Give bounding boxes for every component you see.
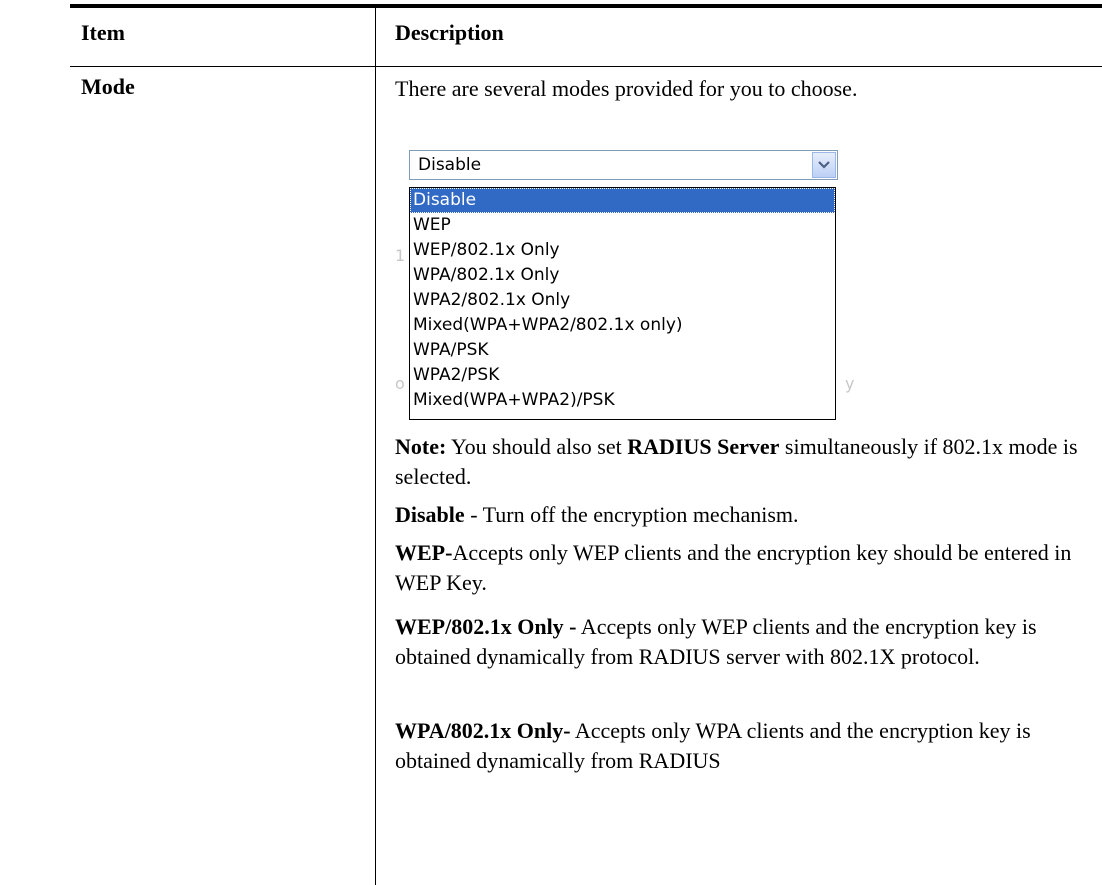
note-label: Note: — [395, 434, 447, 459]
mode-option[interactable]: Disable — [410, 188, 835, 213]
mode-option[interactable]: WPA2/PSK — [410, 363, 835, 388]
mode-option[interactable]: WPA/802.1x Only — [410, 263, 835, 288]
wep-label: WEP- — [395, 540, 453, 565]
mode-options-list: Disable WEP WEP/802.1x Only WPA/802.1x Only… — [409, 187, 836, 420]
mode-option[interactable]: WEP/802.1x Only — [410, 238, 835, 263]
header-item: Item — [81, 20, 125, 45]
mode-option[interactable]: WPA2/802.1x Only — [410, 288, 835, 313]
note-bold: RADIUS Server — [627, 434, 780, 459]
table-top-rule — [70, 4, 1102, 8]
chevron-down-icon — [818, 161, 830, 169]
wep8021x-label: WEP/802.1x Only - — [395, 614, 577, 639]
mode-option[interactable]: WPA/PSK — [410, 338, 835, 363]
description-table: Item Description Mode There are several … — [70, 0, 1102, 885]
note-paragraph: Note: You should also set RADIUS Server … — [395, 432, 1095, 492]
mode-select[interactable]: Disable — [409, 150, 838, 180]
mode-intro: There are several modes provided for you… — [395, 76, 858, 101]
ghost-text: y — [845, 374, 855, 393]
note-text: You should also set — [446, 434, 628, 459]
header-description: Description — [395, 20, 504, 45]
disable-paragraph: Disable - Turn off the encryption mechan… — [395, 500, 1095, 530]
wep-text: Accepts only WEP clients and the encrypt… — [395, 540, 1072, 595]
wep8021x-paragraph: WEP/802.1x Only - Accepts only WEP clien… — [395, 612, 1095, 672]
wep-paragraph: WEP-Accepts only WEP clients and the enc… — [395, 538, 1095, 598]
table-header-rule — [70, 66, 1102, 67]
disable-text: - Turn off the encryption mechanism. — [464, 502, 799, 527]
wpa8021x-paragraph: WPA/802.1x Only- Accepts only WPA client… — [395, 716, 1095, 776]
ghost-text: 1 — [395, 246, 406, 265]
mode-option[interactable]: Mixed(WPA+WPA2)/PSK — [410, 388, 835, 413]
mode-option[interactable]: WEP — [410, 213, 835, 238]
wpa8021x-label: WPA/802.1x Only- — [395, 718, 571, 743]
dropdown-button[interactable] — [812, 152, 836, 178]
table-column-divider — [375, 8, 376, 885]
mode-select-value: Disable — [418, 155, 482, 175]
mode-option[interactable]: Mixed(WPA+WPA2/802.1x only) — [410, 313, 835, 338]
ghost-text: o — [395, 374, 405, 393]
mode-select-screenshot: 1 o y Disable Disable WEP WEP/802.1x Only W… — [393, 128, 898, 423]
row-item-mode: Mode — [81, 74, 135, 99]
disable-label: Disable — [395, 502, 465, 527]
